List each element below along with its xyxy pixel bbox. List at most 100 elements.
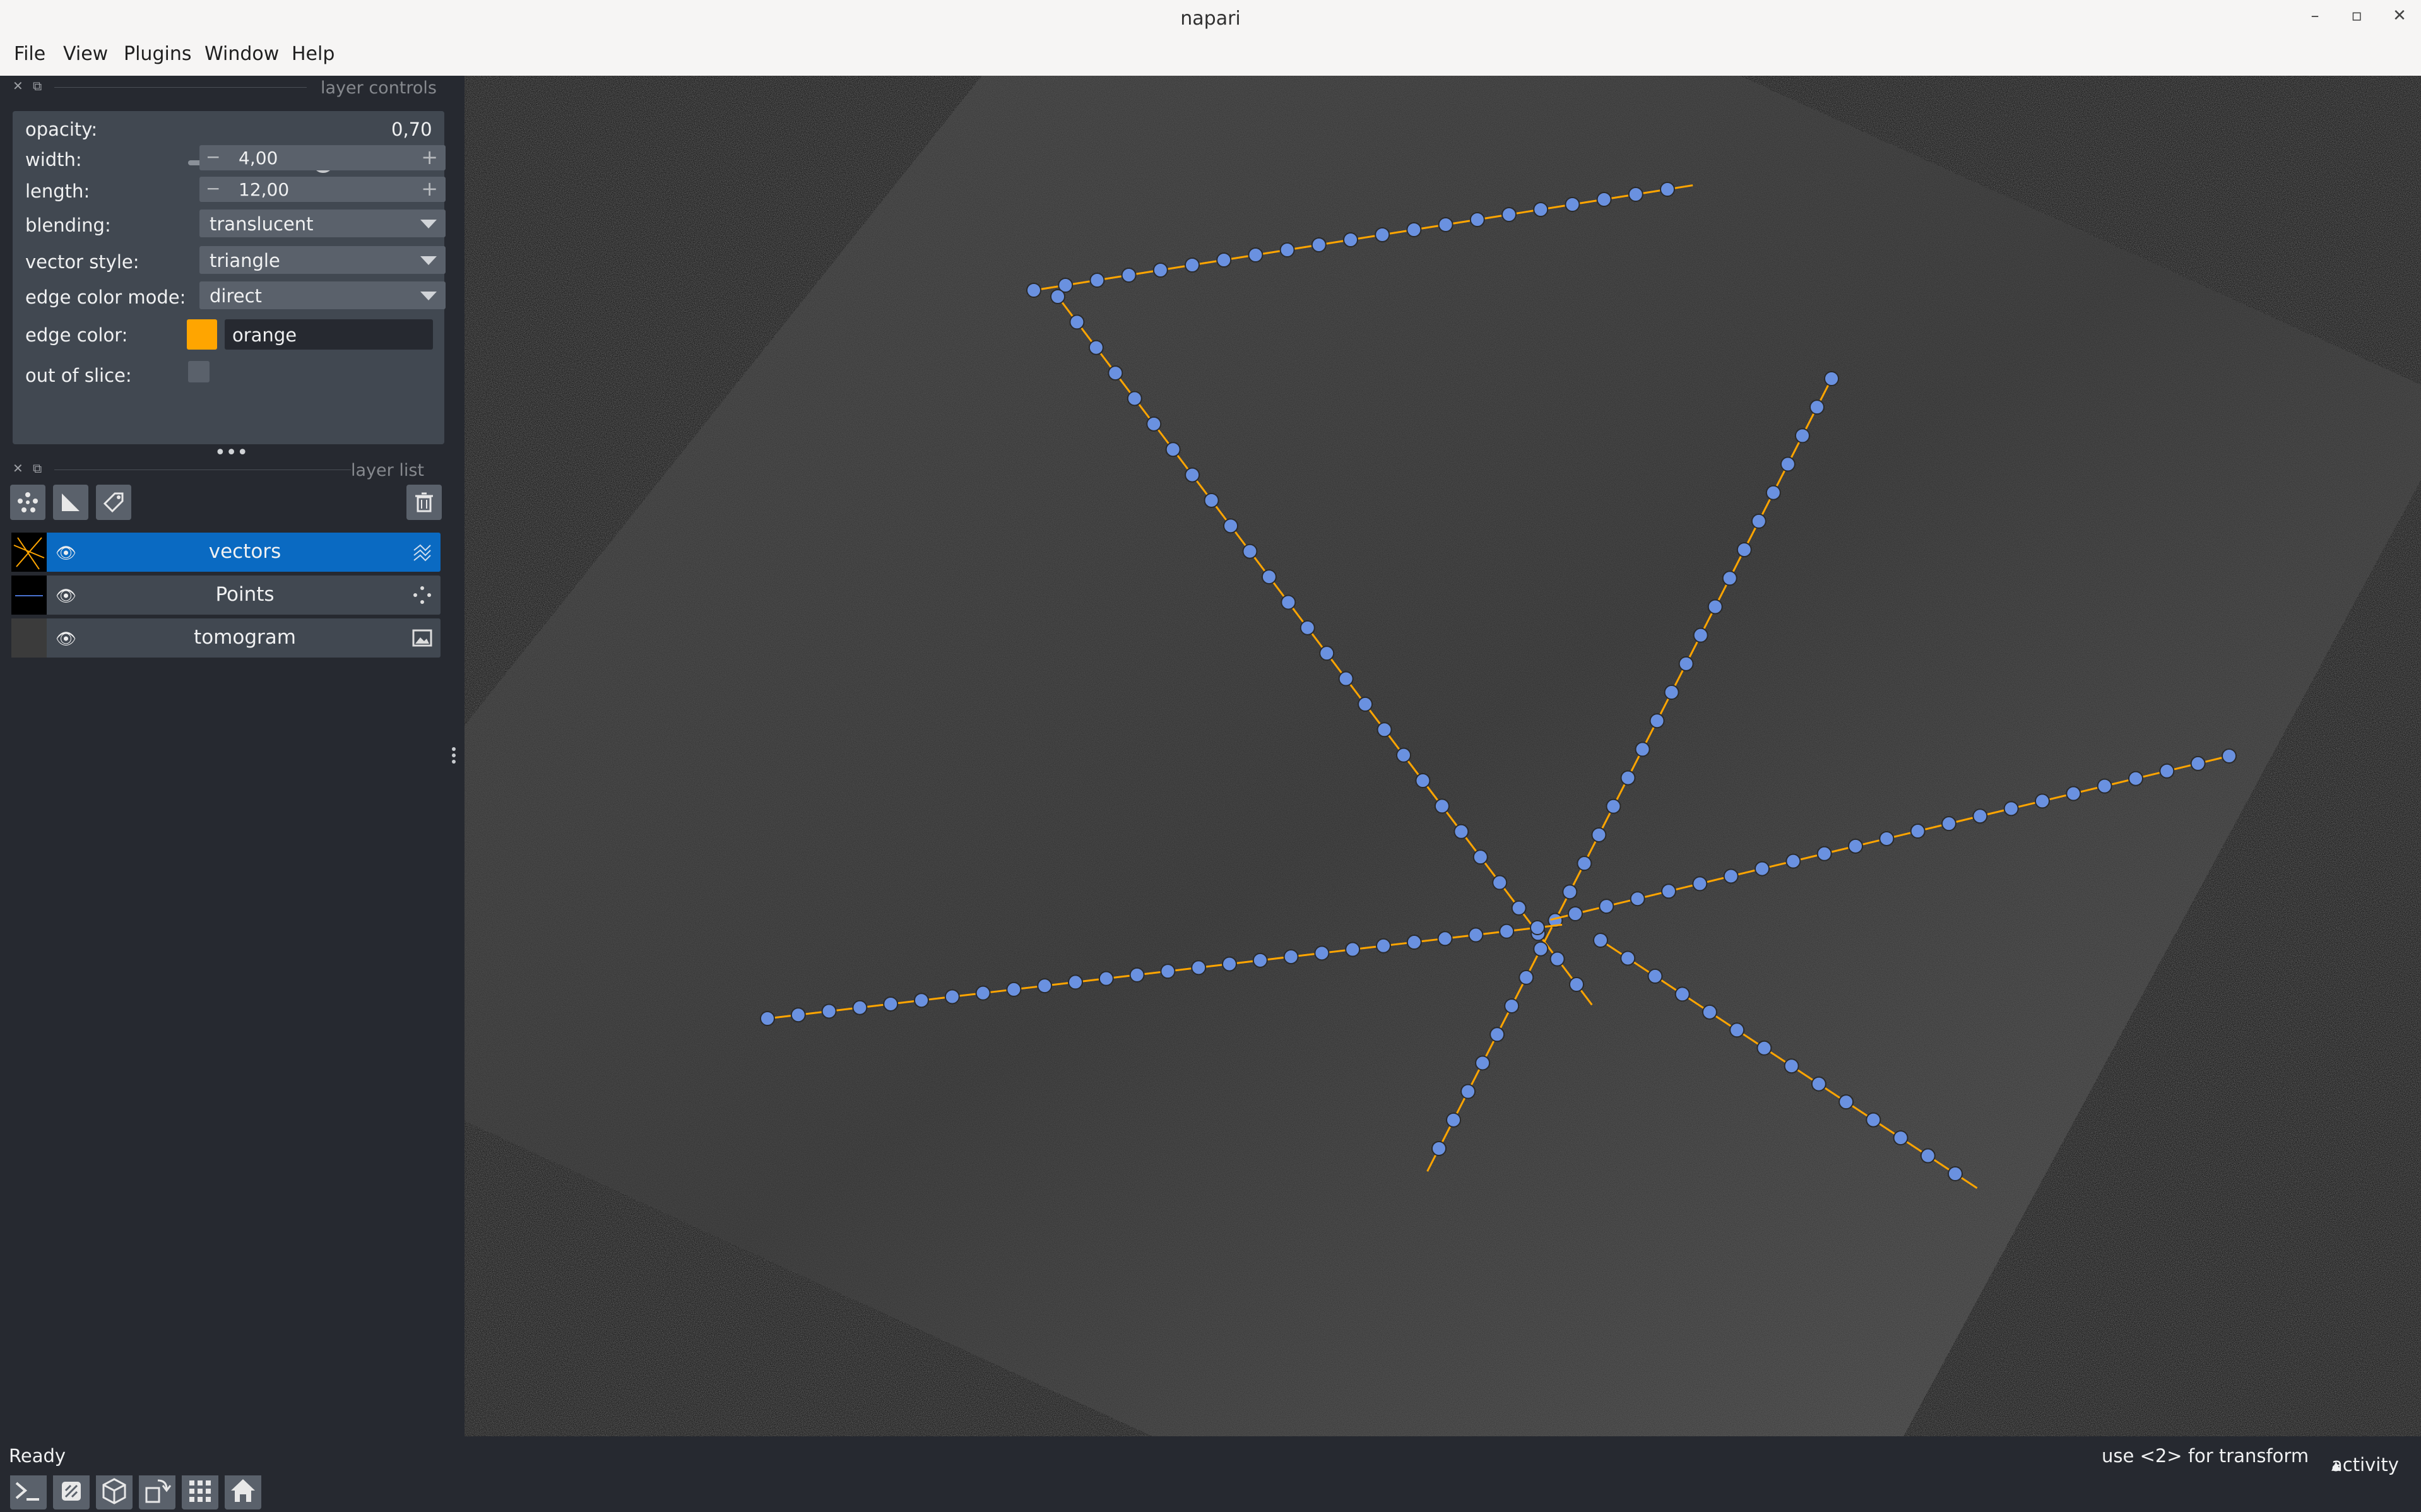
- point-marker: [1647, 968, 1663, 984]
- dock-splitter[interactable]: [452, 745, 457, 770]
- 2d-3d-toggle-icon: [62, 1482, 81, 1501]
- decrement-icon[interactable]: −: [206, 146, 220, 167]
- ndisplay-toggle-button[interactable]: [53, 1473, 90, 1509]
- close-button[interactable]: ✕: [2387, 6, 2412, 25]
- viewer-canvas[interactable]: [465, 76, 2421, 1436]
- visibility-eye-icon[interactable]: 👁: [56, 630, 76, 649]
- point-marker: [1785, 853, 1801, 869]
- point-marker: [1599, 899, 1614, 914]
- point-marker: [1437, 931, 1453, 947]
- point-marker: [1469, 212, 1485, 227]
- point-marker: [852, 1000, 868, 1015]
- edge-color-mode-select[interactable]: direct: [199, 281, 446, 309]
- blending-select[interactable]: translucent: [199, 210, 446, 237]
- point-marker: [1185, 257, 1200, 273]
- layer-controls-title: layer controls: [321, 78, 437, 98]
- width-spinbox[interactable]: − 4,00 +: [199, 145, 446, 170]
- increment-icon[interactable]: +: [421, 177, 438, 201]
- menu-file[interactable]: File: [14, 43, 45, 65]
- grid-icon: [189, 1480, 211, 1502]
- point-marker: [1664, 685, 1679, 700]
- dock-close-icon[interactable]: ✕: [13, 78, 23, 93]
- menu-window[interactable]: Window: [204, 43, 279, 65]
- point-marker: [1628, 187, 1643, 202]
- edge-color-input[interactable]: orange: [225, 319, 433, 350]
- status-hint: use <2> for transform: [2102, 1445, 2309, 1467]
- reset-view-button[interactable]: [225, 1473, 261, 1509]
- dock-float-icon[interactable]: ⧉: [33, 78, 42, 93]
- point-marker: [1127, 391, 1142, 406]
- layer-name: tomogram: [194, 626, 296, 649]
- vector-style-select[interactable]: triangle: [199, 246, 446, 274]
- point-marker: [1376, 722, 1392, 738]
- vectors-icon: [413, 544, 431, 562]
- new-points-layer-button[interactable]: [10, 485, 45, 520]
- delete-layer-button[interactable]: [406, 485, 442, 520]
- layer-list-header: ✕ ⧉ layer list: [0, 461, 454, 480]
- point-marker: [1406, 935, 1422, 950]
- blending-value: translucent: [210, 213, 314, 235]
- point-marker: [1723, 868, 1739, 884]
- visibility-eye-icon[interactable]: 👁: [56, 544, 76, 563]
- point-marker: [1468, 927, 1484, 943]
- point-marker: [1866, 1112, 1881, 1128]
- menu-plugins[interactable]: Plugins: [124, 43, 191, 65]
- menu-view[interactable]: View: [63, 43, 108, 65]
- decrement-icon[interactable]: −: [206, 178, 220, 199]
- point-marker: [1565, 197, 1580, 212]
- point-marker: [944, 989, 960, 1005]
- point-marker: [1499, 923, 1515, 939]
- chevron-down-icon: [420, 256, 437, 265]
- layer-item-points[interactable]: 👁 Points: [11, 576, 441, 615]
- layer-item-tomogram[interactable]: 👁 tomogram: [11, 618, 441, 658]
- dock-float-icon[interactable]: ⧉: [33, 461, 42, 476]
- restore-button[interactable]: ▫: [2344, 6, 2369, 25]
- point-marker: [1406, 222, 1422, 237]
- point-marker: [1630, 891, 1645, 907]
- roll-dims-button[interactable]: [96, 1473, 133, 1509]
- point-marker: [1438, 217, 1453, 232]
- point-marker: [1108, 365, 1123, 381]
- point-marker: [1809, 399, 1825, 415]
- canvas-scene[interactable]: [465, 76, 2421, 1436]
- edge-color-swatch[interactable]: [187, 319, 217, 350]
- point-marker: [1146, 416, 1162, 432]
- length-spinbox[interactable]: − 12,00 +: [199, 177, 446, 202]
- console-button[interactable]: [10, 1473, 47, 1509]
- grid-view-button[interactable]: [182, 1473, 218, 1509]
- points-icon: [18, 492, 38, 512]
- point-marker: [1376, 938, 1391, 954]
- point-marker: [1755, 861, 1770, 877]
- point-marker: [1129, 967, 1145, 983]
- point-marker: [1050, 289, 1065, 304]
- point-marker: [1204, 492, 1219, 508]
- status-text: Ready: [9, 1445, 66, 1467]
- increment-icon[interactable]: +: [421, 145, 438, 169]
- menu-help[interactable]: Help: [292, 43, 334, 65]
- tag-icon: [103, 492, 124, 513]
- point-marker: [1661, 883, 1676, 899]
- transpose-dims-button[interactable]: [139, 1473, 175, 1509]
- point-marker: [2003, 801, 2019, 817]
- menu-bar: File View Plugins Window Help: [0, 40, 2421, 76]
- point-marker: [1591, 827, 1607, 842]
- point-marker: [1784, 1058, 1799, 1074]
- point-marker: [1261, 569, 1277, 585]
- dock-close-icon[interactable]: ✕: [13, 461, 23, 476]
- point-marker: [975, 985, 991, 1001]
- point-marker: [1736, 542, 1752, 558]
- point-marker: [1299, 620, 1315, 635]
- new-labels-layer-button[interactable]: [96, 485, 131, 520]
- points-icon: [413, 586, 431, 604]
- new-shapes-layer-button[interactable]: [53, 485, 88, 520]
- minimize-button[interactable]: –: [2302, 6, 2328, 25]
- point-marker: [1879, 830, 1895, 846]
- layer-item-vectors[interactable]: 👁 vectors: [11, 533, 441, 572]
- point-marker: [1431, 1141, 1447, 1156]
- out-of-slice-checkbox[interactable]: [188, 361, 210, 382]
- visibility-eye-icon[interactable]: 👁: [56, 587, 76, 606]
- point-marker: [1069, 314, 1085, 330]
- point-marker: [1248, 247, 1264, 263]
- point-marker: [1649, 713, 1665, 729]
- layer-name: Points: [215, 583, 275, 606]
